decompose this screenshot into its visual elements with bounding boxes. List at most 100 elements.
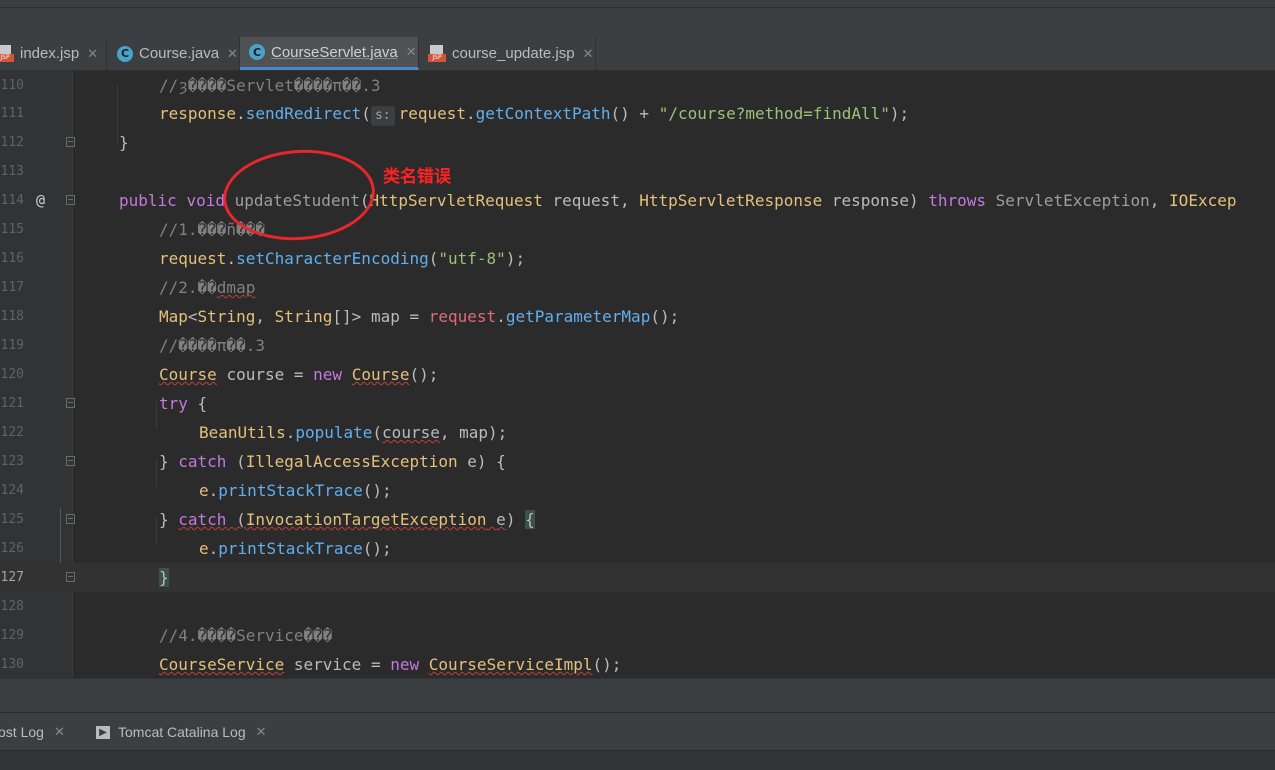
line-number: 124 — [0, 483, 24, 498]
line-number: 130 — [0, 657, 24, 672]
code-token: request — [552, 191, 620, 210]
close-icon[interactable]: ✕ — [227, 46, 238, 62]
line-number: 116 — [0, 251, 24, 266]
code-token: IllegalAccessException — [245, 452, 458, 471]
tab-course-java[interactable]: C Course.java ✕ — [107, 37, 240, 70]
fold-icon[interactable] — [66, 137, 75, 147]
code-line: 111 response.sendRedirect(s: request.getC… — [0, 99, 1275, 128]
code-keyword: new — [313, 365, 343, 384]
tab-course-update-jsp[interactable]: JSP course_update.jsp ✕ — [419, 37, 596, 70]
tab-label: course_update.jsp — [452, 45, 575, 62]
tab-index-jsp[interactable]: JSP index.jsp ✕ — [0, 37, 107, 70]
code-line: 117 //2.��dmap — [0, 273, 1275, 302]
close-icon[interactable]: ✕ — [256, 724, 267, 740]
code-token: String — [274, 307, 333, 326]
code-line: 121 try { — [0, 389, 1275, 418]
line-number: 110 — [0, 78, 24, 93]
tool-window-tab-bar: ost Log ✕ ▶ Tomcat Catalina Log ✕ — [0, 712, 1275, 751]
tab-tomcat-catalina-log[interactable]: ▶ Tomcat Catalina Log ✕ — [96, 713, 267, 751]
code-token: CourseServiceImpl — [428, 655, 593, 674]
line-number: 118 — [0, 309, 24, 324]
code-token: } — [119, 133, 129, 152]
tab-courseservlet-java[interactable]: C CourseServlet.java ✕ — [240, 37, 419, 70]
code-token: IOExcep — [1169, 191, 1237, 210]
code-comment: //4.����Service�� — [159, 626, 323, 645]
title-bar — [0, 0, 1275, 38]
fold-icon[interactable] — [66, 398, 75, 408]
line-number: 112 — [0, 135, 24, 150]
code-token: setCharacterEncoding — [236, 249, 429, 268]
code-line: 119 //����π��.3 — [0, 331, 1275, 360]
code-token: printStackTrace — [218, 481, 363, 500]
line-number: 128 — [0, 599, 24, 614]
line-number: 114 — [0, 193, 24, 208]
code-token: response — [831, 191, 909, 210]
code-token: getParameterMap — [505, 307, 651, 326]
code-comment: � — [322, 626, 333, 645]
code-token: request — [159, 249, 227, 268]
status-strip — [0, 750, 1275, 770]
terminal-icon: ▶ — [96, 725, 110, 739]
line-number: 123 — [0, 454, 24, 469]
tab-label: Course.java — [139, 45, 220, 62]
code-token: String — [197, 307, 256, 326]
java-class-icon: C — [249, 44, 265, 60]
code-token: service — [293, 655, 362, 674]
line-number: 121 — [0, 396, 24, 411]
close-icon[interactable]: ✕ — [583, 46, 594, 62]
close-icon[interactable]: ✕ — [54, 724, 65, 740]
code-line: 122 BeanUtils.populate(course, map); — [0, 418, 1275, 447]
line-number: 125 — [0, 512, 24, 527]
close-icon[interactable]: ✕ — [87, 46, 98, 62]
line-number: 127 — [0, 570, 24, 585]
horizontal-scrollbar[interactable] — [0, 678, 1275, 713]
code-comment: //2.�� — [159, 278, 217, 297]
fold-icon[interactable] — [66, 456, 75, 466]
annotation-label: 类名错误 — [383, 167, 451, 187]
code-keyword: void — [186, 191, 225, 210]
code-keyword: try — [159, 394, 188, 413]
code-token: sendRedirect — [245, 104, 362, 123]
fold-icon[interactable] — [66, 572, 75, 582]
code-keyword: public — [119, 191, 177, 210]
code-token: e — [199, 481, 209, 500]
code-token: response — [159, 104, 237, 123]
line-number: 129 — [0, 628, 24, 643]
code-line: 120 Course course = new Course(); — [0, 360, 1275, 389]
code-string: "utf-8" — [438, 249, 506, 268]
override-icon[interactable]: @ — [36, 186, 45, 215]
code-token: map — [459, 423, 489, 442]
code-line: 129 //4.����Service��� — [0, 621, 1275, 650]
fold-icon[interactable] — [66, 195, 75, 205]
line-number: 115 — [0, 222, 24, 237]
code-token: ServletException — [995, 191, 1150, 210]
code-line: 115 //1.���ñ��� — [0, 215, 1275, 244]
code-token: InvocationTargetException — [245, 510, 487, 529]
fold-icon[interactable] — [66, 514, 75, 524]
code-line: 114 @ public void updateStudent(HttpServ… — [0, 186, 1275, 215]
tab-label: index.jsp — [20, 45, 80, 62]
code-line: 126 e.printStackTrace(); — [0, 534, 1275, 563]
code-line: 125 } catch (InvocationTargetException e… — [0, 505, 1275, 534]
java-class-icon: C — [117, 45, 133, 62]
code-comment: //ȝ����Servlet����π��.3 — [159, 76, 381, 95]
line-number: 119 — [0, 338, 24, 353]
code-token: map — [370, 307, 400, 326]
code-keyword: throws — [928, 191, 987, 210]
jsp-file-icon: JSP — [0, 44, 14, 63]
tab-host-log[interactable]: ost Log ✕ — [0, 713, 65, 751]
code-line: 123 } catch (IllegalAccessException e) { — [0, 447, 1275, 476]
code-token: e — [496, 510, 506, 529]
code-token: request — [398, 104, 467, 123]
code-token: Course — [159, 365, 217, 384]
code-token: getContextPath — [475, 104, 611, 123]
code-token: populate — [295, 423, 373, 442]
close-icon[interactable]: ✕ — [406, 44, 417, 60]
code-token: e — [467, 452, 477, 471]
code-token: printStackTrace — [218, 539, 363, 558]
code-editor[interactable]: 110 //ȝ����Servlet����π��.3 111 response… — [0, 71, 1275, 678]
code-token: HttpServletResponse — [639, 191, 823, 210]
code-string: "/course?method=findAll" — [658, 104, 890, 123]
code-token: CourseService — [159, 655, 285, 674]
code-token: course — [382, 423, 440, 442]
